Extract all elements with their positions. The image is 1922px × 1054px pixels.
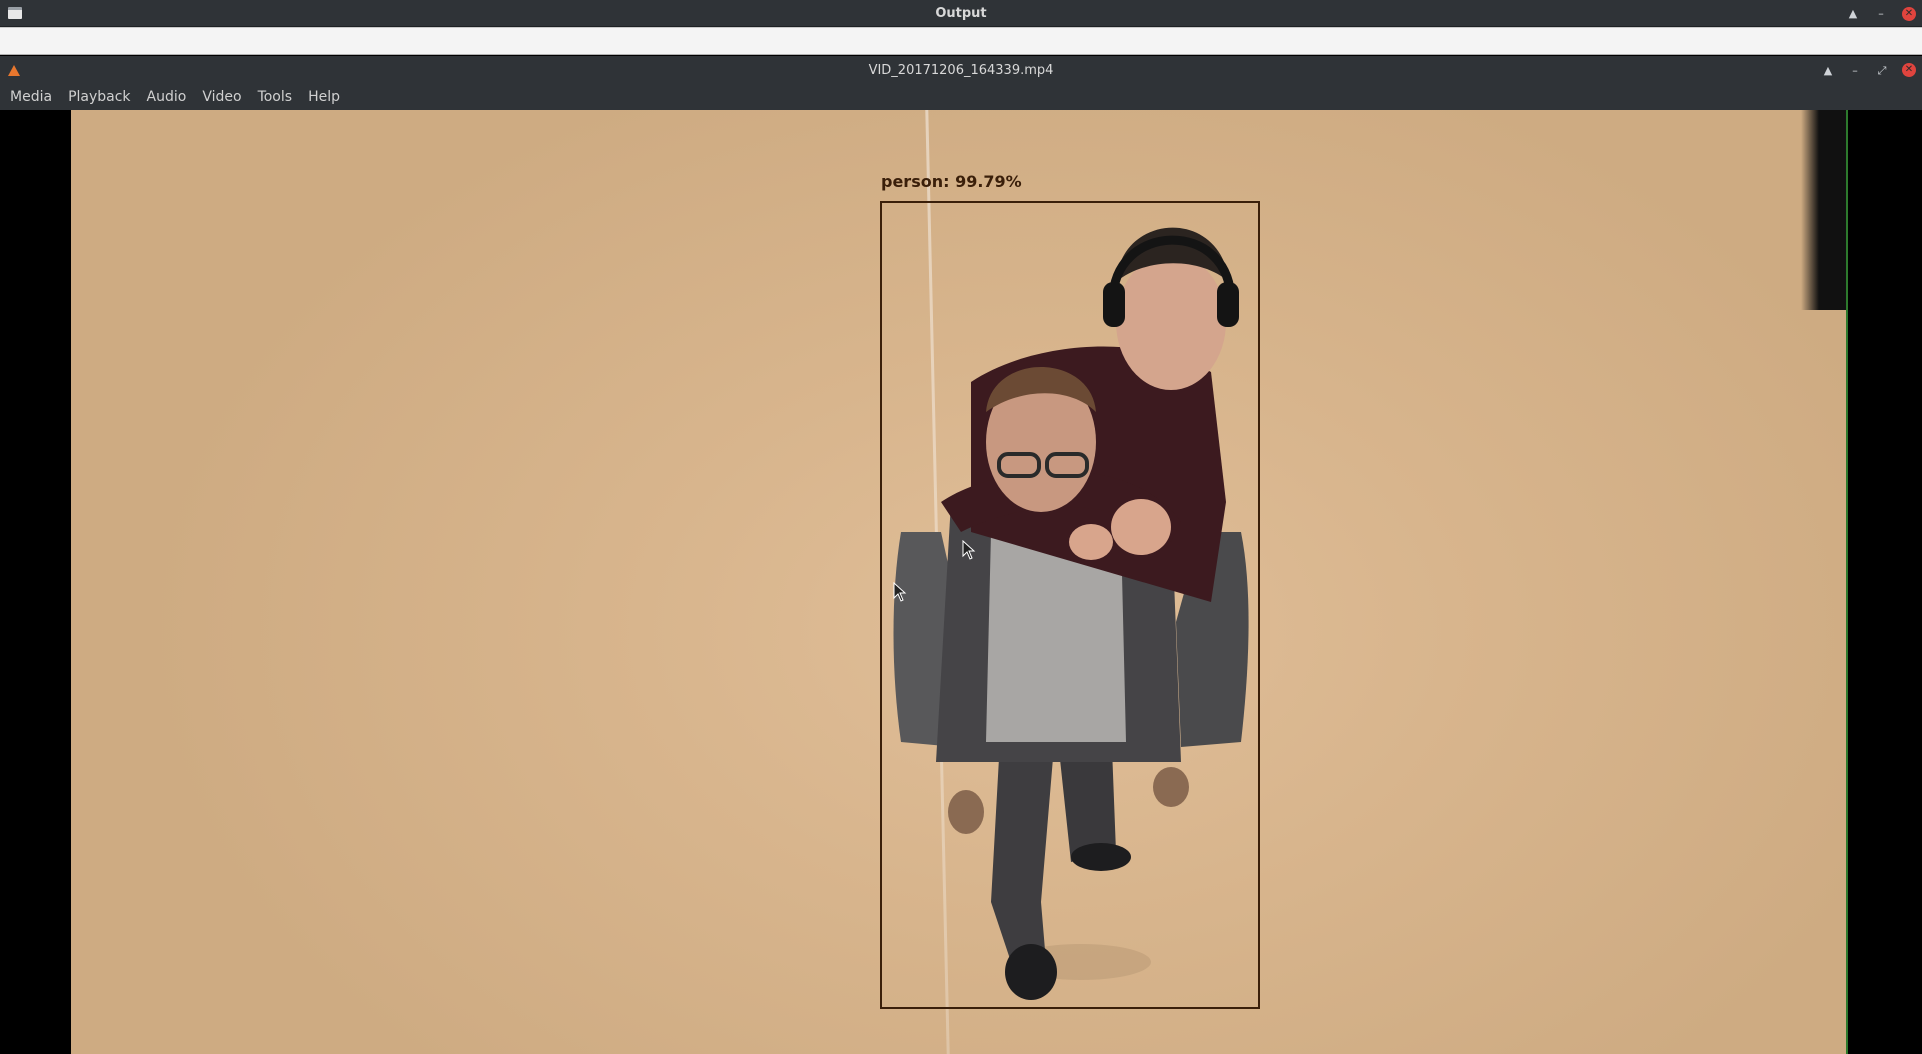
outer-window-title: Output	[935, 5, 987, 21]
detection-bounding-box	[880, 201, 1260, 1009]
minimize-icon[interactable]: –	[1874, 7, 1888, 21]
close-icon[interactable]: ✕	[1902, 6, 1916, 21]
detection-label: person: 99.79%	[881, 172, 1022, 191]
mouse-cursor-icon	[962, 540, 976, 560]
vlc-cone-icon	[8, 64, 20, 76]
outer-window-toolbar-strip	[0, 27, 1922, 55]
menu-help[interactable]: Help	[300, 89, 348, 105]
window-icon	[8, 7, 22, 19]
menu-bar: Media Playback Audio Video Tools Help	[0, 84, 1922, 110]
eject-icon[interactable]: ▲	[1821, 63, 1835, 77]
player-titlebar: VID_20171206_164339.mp4 ▲ – ⤢ ✕	[0, 56, 1922, 84]
close-icon[interactable]: ✕	[1902, 63, 1916, 77]
corner-shadow	[1786, 110, 1846, 310]
menu-tools[interactable]: Tools	[250, 89, 301, 105]
outer-window-controls: ▲ – ✕	[1846, 0, 1916, 27]
player-title: VID_20171206_164339.mp4	[868, 62, 1054, 78]
video-frame[interactable]: person: 99.79%	[71, 110, 1848, 1054]
outer-window-titlebar: Output ▲ – ✕	[0, 0, 1922, 27]
mouse-cursor-icon	[893, 582, 907, 602]
video-display[interactable]: person: 99.79%	[0, 110, 1922, 1054]
restore-icon[interactable]: ⤢	[1875, 63, 1889, 77]
menu-audio[interactable]: Audio	[139, 89, 195, 105]
menu-video[interactable]: Video	[194, 89, 249, 105]
minimize-icon[interactable]: –	[1848, 63, 1862, 77]
maximize-icon[interactable]: ▲	[1846, 7, 1860, 21]
menu-playback[interactable]: Playback	[60, 89, 138, 105]
menu-media[interactable]: Media	[2, 89, 60, 105]
player-window-controls: ▲ – ⤢ ✕	[1821, 56, 1916, 84]
